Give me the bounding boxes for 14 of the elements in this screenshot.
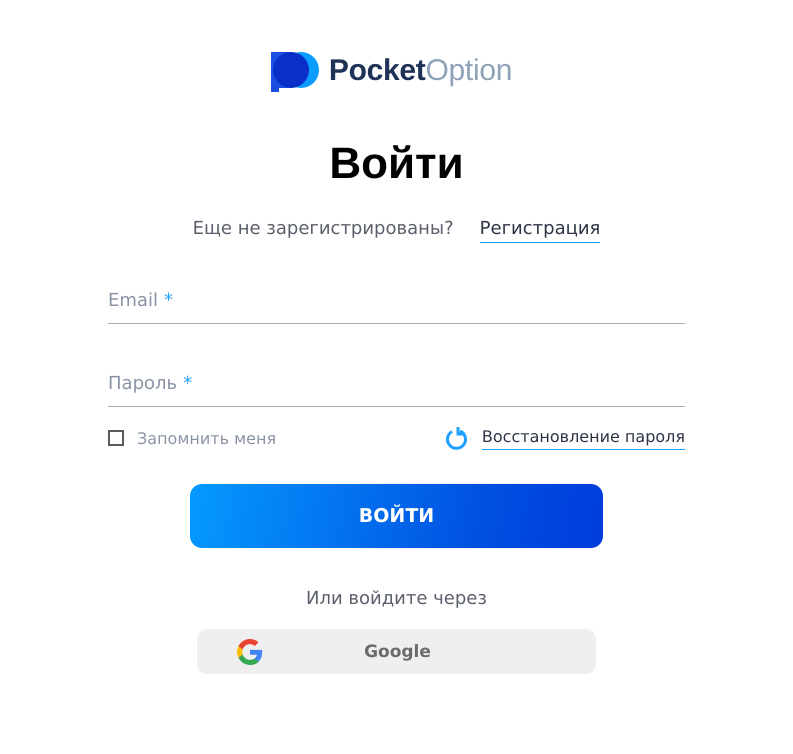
google-icon — [237, 638, 263, 664]
social-login-button[interactable]: Google — [197, 629, 596, 674]
signup-prompt: Еще не зарегистрированы? — [192, 218, 454, 241]
input-field[interactable]: Пароль * — [108, 360, 685, 407]
login-button[interactable]: ВОЙТИ — [190, 484, 603, 548]
input-field[interactable]: Email * — [108, 277, 685, 324]
page-title: Войти — [329, 138, 464, 190]
logo-icon — [270, 50, 321, 92]
logo-text: PocketOption — [328, 54, 512, 88]
recover-password-link[interactable]: Восстановление пароля — [482, 426, 685, 450]
remember-checkbox[interactable] — [108, 430, 124, 446]
alt-login-prompt: Или войдите через — [306, 588, 487, 609]
remember-label: Запомнить меня — [137, 428, 276, 448]
signup-link[interactable]: Регистрация — [480, 218, 600, 243]
